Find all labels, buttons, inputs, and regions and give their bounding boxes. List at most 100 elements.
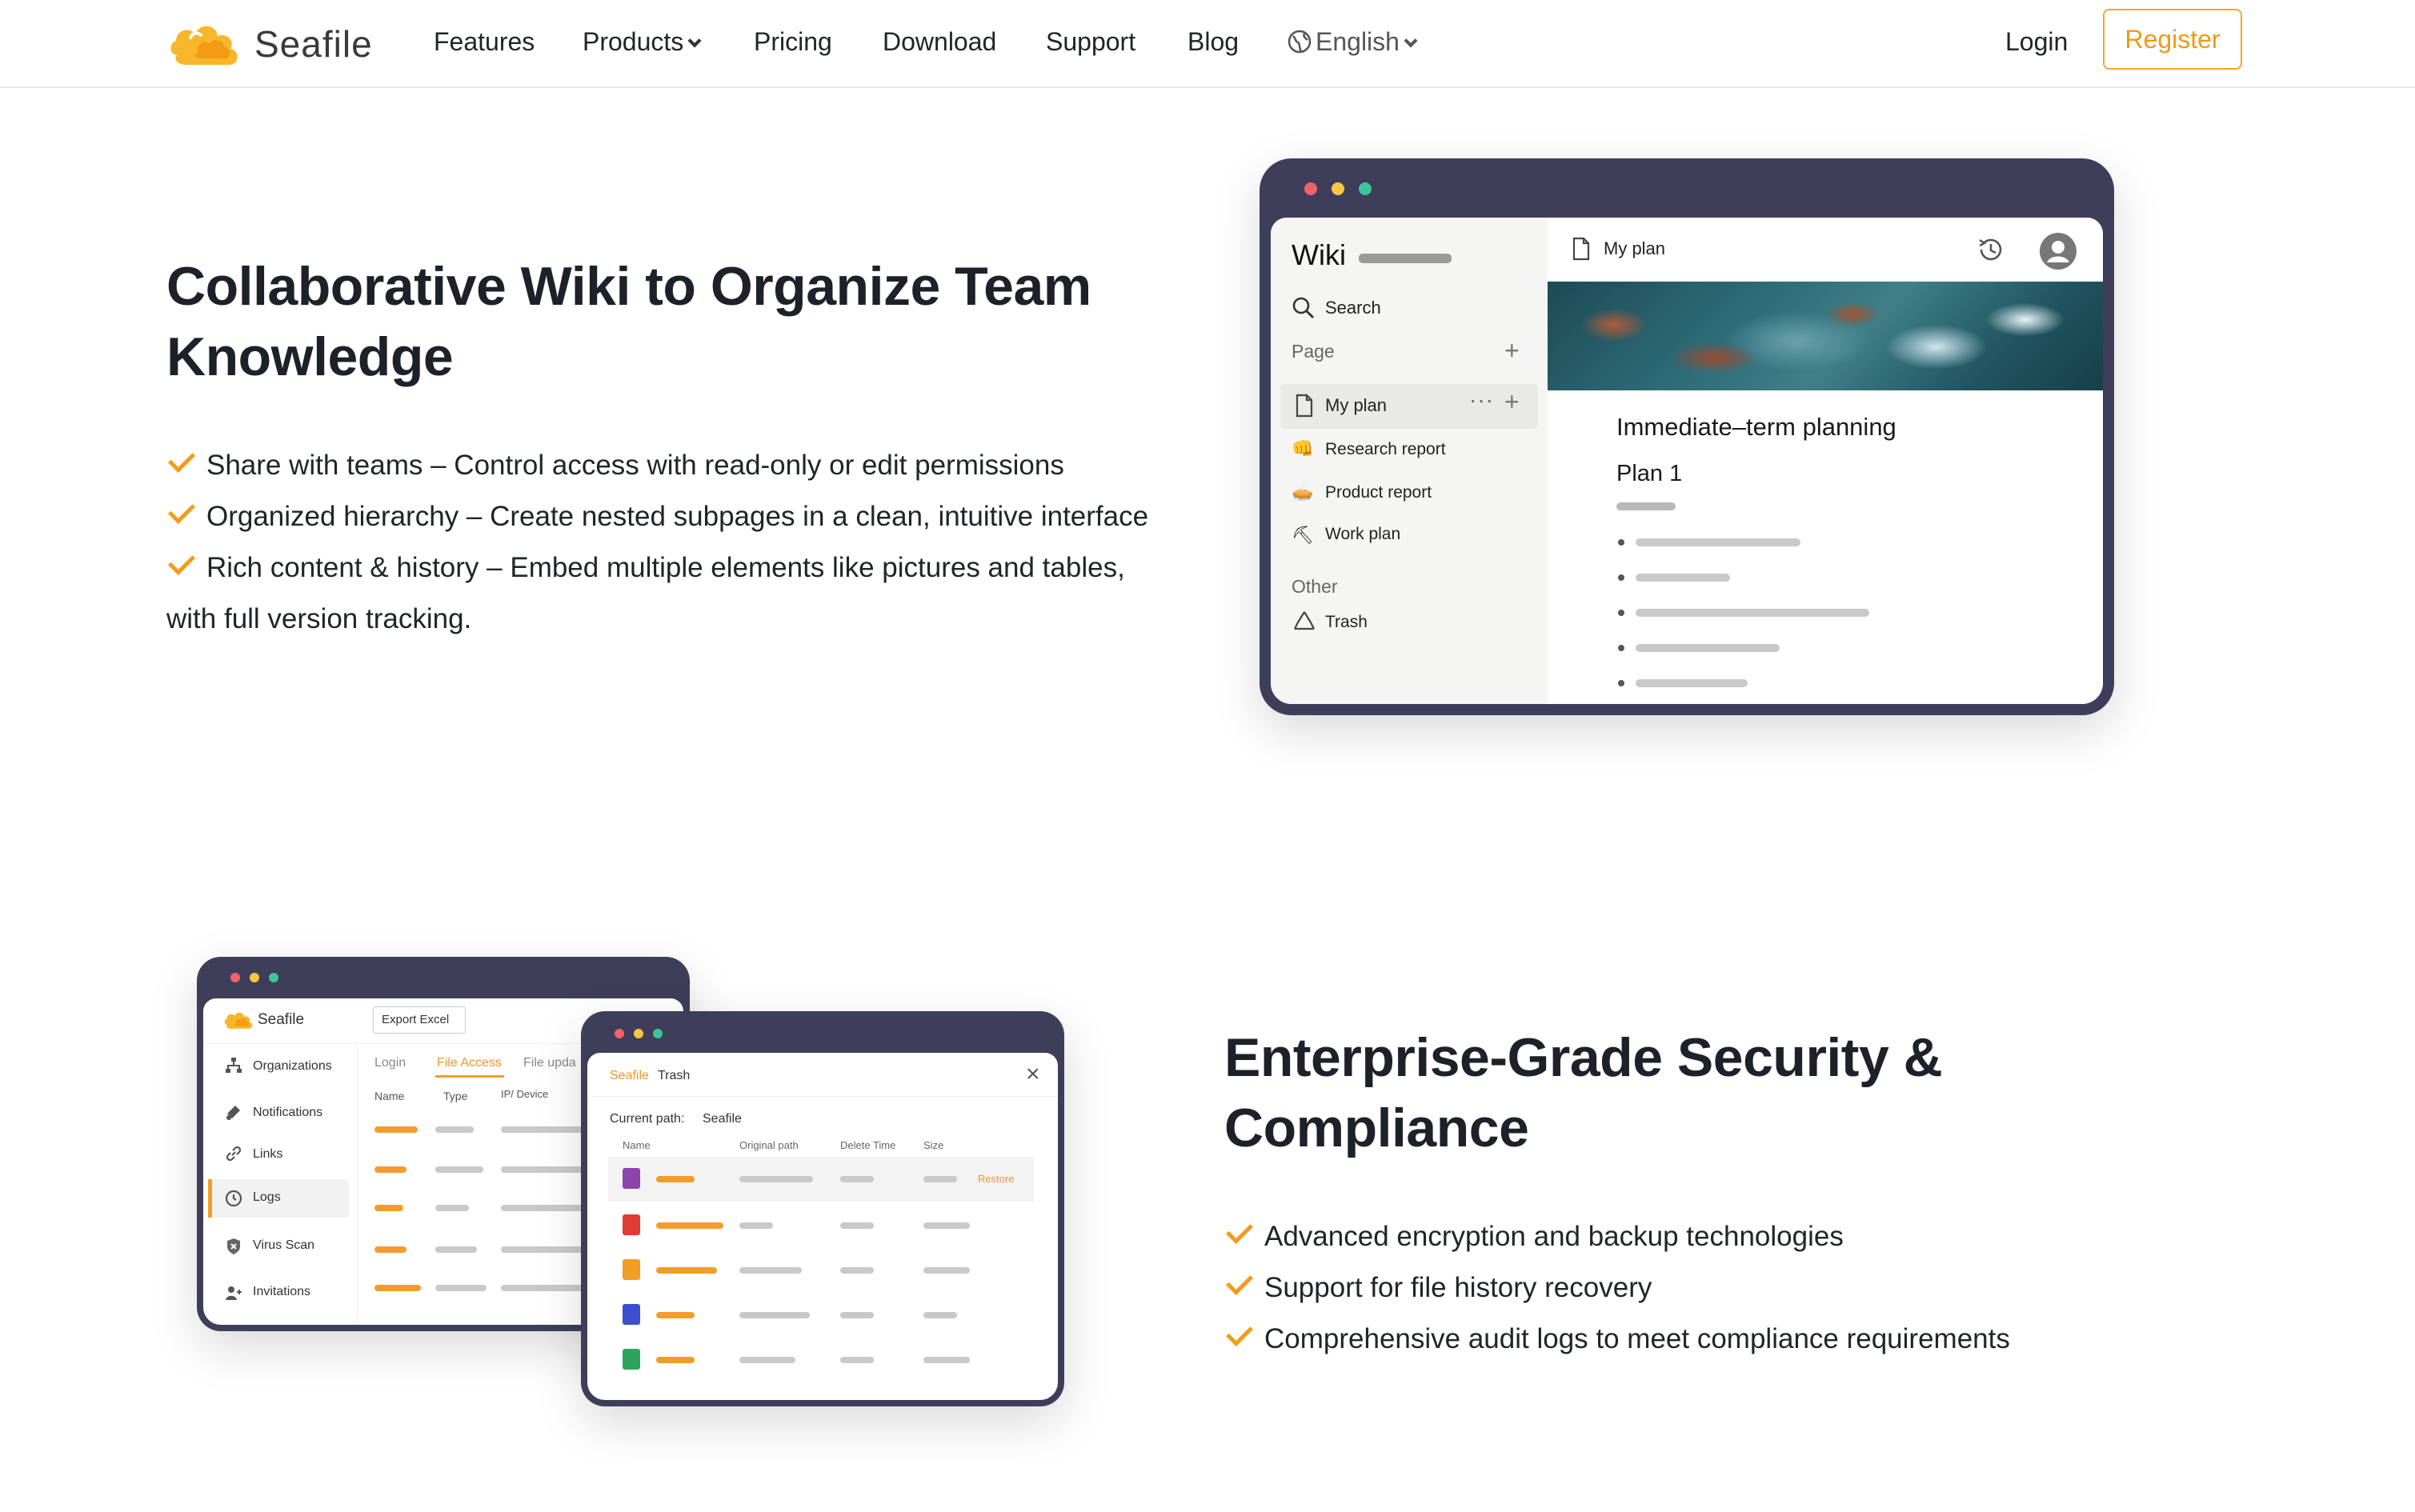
doc-line-placeholder [1636,679,1748,687]
chevron-down-icon [687,34,702,48]
bullet-dot [1618,574,1624,581]
recycle-icon [1294,611,1315,630]
wiki-feature-text: Share with teams – Control access with r… [206,450,1064,481]
table-cell-placeholder [840,1176,874,1182]
check-icon [1226,1319,1253,1346]
dot-green-icon [1359,182,1372,195]
notification-icon [226,1106,240,1120]
nav-products-label: Products [583,27,684,56]
globe-icon [1288,30,1312,53]
admin-tab-active-indicator [435,1075,504,1078]
window-dots [615,1029,663,1038]
more-options-icon[interactable]: ··· [1469,387,1494,413]
col-delete-time: Delete Time [840,1139,896,1151]
table-cell-placeholder [923,1176,957,1182]
export-excel-button[interactable]: Export Excel [373,1006,466,1034]
trash-brand: Seafile [610,1069,649,1082]
col-name: Name [374,1090,405,1102]
nav-blog[interactable]: Blog [1187,24,1239,59]
dot-yellow-icon [634,1029,643,1038]
wiki-page-work-plan[interactable]: Work plan [1325,525,1400,544]
table-cell-placeholder [923,1312,957,1318]
register-button[interactable]: Register [2103,9,2242,70]
wiki-section-title: Collaborative Wiki to Organize Team Know… [166,251,1091,392]
table-cell-placeholder [739,1222,773,1229]
close-icon[interactable]: × [1026,1062,1040,1086]
doc-line-placeholder [1616,502,1676,510]
table-cell-placeholder [435,1205,469,1211]
col-ip-device: IP/ Device [501,1088,549,1100]
col-size: Size [923,1139,944,1151]
nav-products[interactable]: Products [583,24,702,59]
check-icon [1226,1268,1253,1295]
admin-tab-file-update[interactable]: File upda [523,1056,576,1070]
table-cell-placeholder [840,1222,874,1229]
current-path-value[interactable]: Seafile [703,1112,742,1126]
table-cell-placeholder [435,1285,487,1291]
bullet-dot [1618,610,1624,616]
audio-file-icon [623,1259,640,1280]
wiki-search[interactable]: Search [1325,298,1381,318]
nav-download[interactable]: Download [883,24,996,59]
trash-title: Trash [658,1069,691,1082]
wiki-page-label: Page [1292,341,1335,362]
wiki-title-line2: Knowledge [166,326,454,387]
wiki-other-label: Other [1292,576,1338,597]
security-title-line2: Compliance [1224,1098,1529,1158]
wiki-page-my-plan[interactable]: My plan [1325,395,1387,416]
nav-support[interactable]: Support [1046,24,1135,59]
wiki-trash[interactable]: Trash [1325,613,1368,632]
security-title-line1: Enterprise-Grade Security & [1224,1027,1943,1088]
dot-green-icon [269,973,278,982]
history-icon[interactable] [1976,235,2005,264]
doc-heading: Immediate–term planning [1616,413,1896,441]
table-cell-placeholder [739,1267,802,1274]
admin-sidebar-divider [357,1043,358,1325]
wiki-feature-text: Rich content & history – Embed multiple … [206,552,1125,583]
wiki-page-product-report-label[interactable]: Product report [1325,483,1432,502]
bullet-dot [1618,680,1624,686]
wiki-feature-text: Organized hierarchy – Create nested subp… [206,501,1149,532]
nav-features[interactable]: Features [434,24,535,59]
wiki-page-research-report[interactable]: Research report [1325,440,1446,459]
check-icon [1226,1217,1253,1244]
admin-nav-virus-scan[interactable]: Virus Scan [253,1238,314,1253]
admin-tab-login[interactable]: Login [374,1056,406,1070]
table-cell-placeholder [374,1205,403,1211]
restore-link[interactable]: Restore [978,1173,1015,1185]
table-cell-placeholder [656,1222,723,1229]
bullet-dot [1618,645,1624,651]
admin-nav-logs[interactable]: Logs [253,1190,281,1205]
table-cell-placeholder [435,1166,483,1173]
chevron-down-icon [1404,34,1418,48]
add-page-icon[interactable]: + [1504,336,1520,366]
admin-nav-links[interactable]: Links [253,1147,282,1162]
seafile-cloud-logo-icon [224,1012,253,1029]
add-subpage-icon[interactable]: + [1504,387,1520,417]
admin-nav-invitations[interactable]: Invitations [253,1285,310,1299]
table-cell-placeholder [923,1267,970,1274]
doc-line-placeholder [1636,574,1730,582]
export-excel-label: Export Excel [382,1013,450,1026]
col-original-path: Original path [739,1139,799,1151]
window-dots [230,973,278,982]
trash-header-divider [587,1096,1058,1097]
top-navbar: Seafile Features Products Pricing Downlo… [0,0,2415,88]
table-cell-placeholder [923,1357,970,1363]
col-name: Name [623,1139,651,1151]
security-feature-text: Advanced encryption and backup technolog… [1264,1221,1844,1252]
admin-tab-file-access[interactable]: File Access [437,1056,502,1070]
user-avatar-icon[interactable] [2039,232,2077,270]
login-link[interactable]: Login [2005,24,2068,59]
wiki-title-placeholder [1359,254,1452,263]
admin-nav-notifications[interactable]: Notifications [253,1106,322,1120]
wiki-title-line1: Collaborative Wiki to Organize Team [166,256,1091,317]
language-selector[interactable]: English [1287,24,1418,59]
wiki-screen: Wiki Search Page + My plan ··· + 👊 Resea… [1271,218,2103,704]
admin-nav-organizations[interactable]: Organizations [253,1059,332,1074]
dot-red-icon [615,1029,624,1038]
security-feature-list: Advanced encryption and backup technolog… [1224,1211,2010,1365]
seafile-logo[interactable]: Seafile [166,14,373,74]
col-type: Type [443,1090,468,1102]
nav-pricing[interactable]: Pricing [754,24,832,59]
